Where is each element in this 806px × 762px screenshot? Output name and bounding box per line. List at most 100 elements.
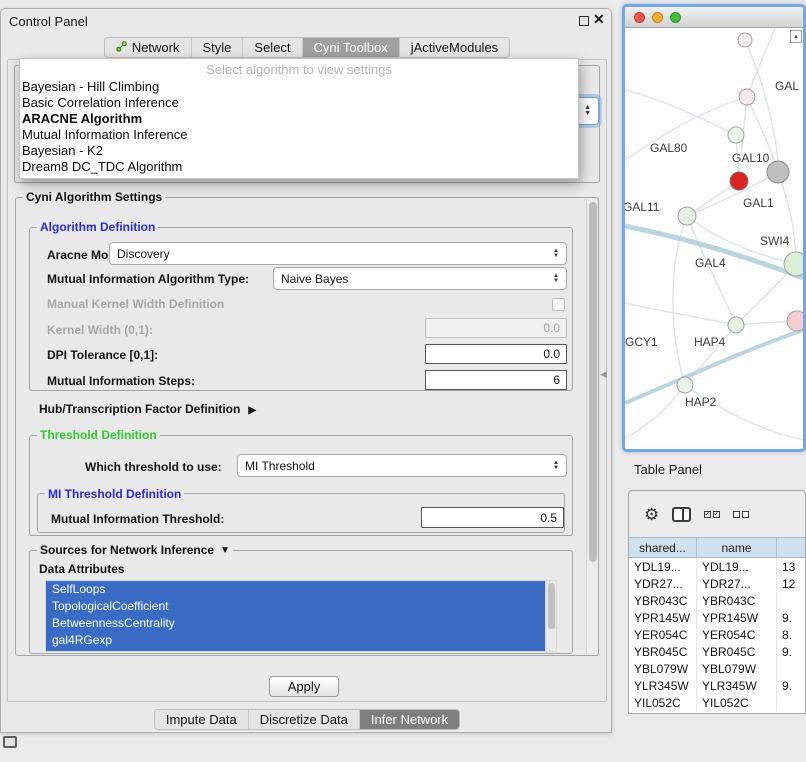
table-row[interactable]: YBL079WYBL079W bbox=[629, 660, 806, 677]
tab-style[interactable]: Style bbox=[191, 38, 243, 57]
columns-icon[interactable] bbox=[672, 507, 691, 522]
expand-arrow-icon[interactable]: ▶ bbox=[248, 405, 256, 416]
column-header-extra[interactable] bbox=[777, 538, 806, 557]
restore-panel-icon[interactable] bbox=[3, 736, 17, 748]
attributes-scrollbar[interactable] bbox=[545, 581, 556, 651]
attribute-item-gal4rgexp[interactable]: gal4RGexp bbox=[46, 632, 546, 649]
table-cell: YBR043C bbox=[697, 592, 777, 609]
float-window-icon[interactable] bbox=[579, 16, 589, 26]
close-traffic-light[interactable] bbox=[634, 12, 645, 23]
tab-impute-data[interactable]: Impute Data bbox=[155, 710, 248, 729]
dpi-tolerance-label: DPI Tolerance [0,1]: bbox=[47, 348, 158, 362]
table-cell: YLR345W bbox=[697, 677, 777, 694]
table-cell: 9. bbox=[777, 677, 806, 694]
column-header-shared-[interactable]: shared... bbox=[629, 538, 697, 557]
dpi-tolerance-input[interactable] bbox=[425, 344, 567, 364]
table-cell: 9. bbox=[777, 643, 806, 660]
svg-text:HAP4: HAP4 bbox=[694, 335, 726, 349]
attribute-item-partial[interactable] bbox=[46, 649, 546, 652]
table-cell: YBR043C bbox=[629, 592, 697, 609]
algorithm-option-aracne-algorithm[interactable]: ARACNE Algorithm bbox=[20, 111, 578, 127]
attribute-item-selfloops[interactable]: SelfLoops bbox=[46, 581, 546, 598]
aracne-mode-select[interactable]: Discovery ▲▼ bbox=[109, 242, 567, 265]
network-graph[interactable]: GAL GAL80 GAL10 GAL11 GAL1 SWI4 GAL4 GCY… bbox=[625, 28, 803, 449]
manual-kernel-checkbox[interactable] bbox=[552, 298, 565, 311]
table-cell: 12 bbox=[777, 575, 806, 592]
node[interactable] bbox=[728, 317, 744, 333]
mi-threshold-input[interactable] bbox=[421, 507, 564, 528]
bottom-tabbar: Impute DataDiscretize DataInfer Network bbox=[1, 709, 613, 730]
canvas-scroll-button[interactable]: ▲ bbox=[790, 30, 802, 43]
combo-arrows-icon: ▲▼ bbox=[584, 105, 591, 117]
network-window-titlebar[interactable] bbox=[625, 7, 803, 28]
scrollbar-thumb[interactable] bbox=[548, 583, 555, 629]
algorithm-option-dream8-dc-tdc-algorithm[interactable]: Dream8 DC_TDC Algorithm bbox=[20, 159, 578, 175]
kernel-width-input[interactable] bbox=[425, 318, 567, 338]
node-gray[interactable] bbox=[767, 161, 789, 183]
deselect-all-columns-icon[interactable] bbox=[733, 511, 749, 518]
tab-cyni-toolbox[interactable]: Cyni Toolbox bbox=[302, 38, 399, 57]
table-row[interactable]: YBR045CYBR045C9. bbox=[629, 643, 806, 660]
network-canvas[interactable]: GAL GAL80 GAL10 GAL11 GAL1 SWI4 GAL4 GCY… bbox=[625, 28, 803, 449]
tab-jactivemodules[interactable]: jActiveModules bbox=[399, 38, 509, 57]
hub-section-header[interactable]: Hub/Transcription Factor Definition▶ bbox=[39, 402, 256, 416]
node[interactable] bbox=[784, 252, 803, 276]
settings-scrollbar[interactable] bbox=[586, 199, 598, 654]
network-view-window[interactable]: GAL GAL80 GAL10 GAL11 GAL1 SWI4 GAL4 GCY… bbox=[622, 4, 806, 452]
table-cell: YER054C bbox=[697, 626, 777, 643]
table-row[interactable]: YIL052CYIL052C bbox=[629, 694, 806, 711]
scrollbar-thumb[interactable] bbox=[589, 202, 597, 562]
tab-network[interactable]: Network bbox=[105, 38, 191, 57]
splitter-collapse-icon[interactable]: ◀ bbox=[600, 369, 607, 380]
highlighted-edges bbox=[625, 226, 803, 403]
gear-icon[interactable]: ⚙ bbox=[644, 506, 659, 523]
apply-button[interactable]: Apply bbox=[269, 676, 339, 697]
which-threshold-select[interactable]: MI Threshold ▲▼ bbox=[237, 454, 567, 477]
node-table[interactable]: shared...name YDL19...YDL19...13YDR27...… bbox=[629, 537, 806, 713]
collapse-arrow-icon[interactable]: ▼ bbox=[220, 545, 230, 556]
node[interactable] bbox=[738, 33, 752, 47]
zoom-traffic-light[interactable] bbox=[670, 12, 681, 23]
tab-infer-network[interactable]: Infer Network bbox=[359, 710, 459, 729]
combo-arrows-icon: ▲▼ bbox=[553, 461, 559, 471]
node[interactable] bbox=[678, 207, 696, 225]
table-panel-window: ⚙ shared...name YDL19...YDL19...13YDR27.… bbox=[628, 490, 806, 714]
select-all-columns-icon[interactable] bbox=[704, 511, 720, 518]
node[interactable] bbox=[739, 89, 755, 105]
attribute-item-betweennesscentrality[interactable]: BetweennessCentrality bbox=[46, 615, 546, 632]
node[interactable] bbox=[728, 127, 744, 143]
close-panel-icon[interactable]: ✕ bbox=[593, 11, 605, 28]
svg-text:GAL11: GAL11 bbox=[625, 200, 660, 214]
node-pink[interactable] bbox=[787, 311, 803, 331]
mi-steps-input[interactable] bbox=[425, 370, 567, 390]
cyni-settings-title-text: Cyni Algorithm Settings bbox=[26, 190, 162, 204]
table-row[interactable]: YPR145WYPR145W9. bbox=[629, 609, 806, 626]
table-row[interactable]: YLR345WYLR345W9. bbox=[629, 677, 806, 694]
svg-text:SWI4: SWI4 bbox=[760, 234, 790, 248]
algorithm-option-mutual-information-inference[interactable]: Mutual Information Inference bbox=[20, 127, 578, 143]
node-selected-red[interactable] bbox=[730, 172, 748, 190]
table-cell: 13 bbox=[777, 558, 806, 575]
combo-arrows-icon: ▲▼ bbox=[553, 274, 559, 284]
minimize-traffic-light[interactable] bbox=[652, 12, 663, 23]
tab-discretize-data[interactable]: Discretize Data bbox=[248, 710, 359, 729]
algorithm-option-basic-correlation-inference[interactable]: Basic Correlation Inference bbox=[20, 95, 578, 111]
algorithm-dropdown-popup: Select algorithm to view settings Bayesi… bbox=[19, 58, 579, 179]
algorithm-definition-title-text: Algorithm Definition bbox=[40, 220, 155, 234]
table-cell: YER054C bbox=[629, 626, 697, 643]
table-row[interactable]: YDL19...YDL19...13 bbox=[629, 558, 806, 575]
table-row[interactable]: YER054CYER054C8. bbox=[629, 626, 806, 643]
table-toolbar: ⚙ bbox=[629, 491, 805, 537]
table-row[interactable]: YDR27...YDR27...12 bbox=[629, 575, 806, 592]
algorithm-option-bayesian-k2[interactable]: Bayesian - K2 bbox=[20, 143, 578, 159]
algorithm-option-bayesian-hill-climbing[interactable]: Bayesian - Hill Climbing bbox=[20, 79, 578, 95]
column-header-name[interactable]: name bbox=[697, 538, 777, 557]
table-row[interactable]: YBR043CYBR043C bbox=[629, 592, 806, 609]
node[interactable] bbox=[677, 377, 693, 393]
mi-type-select[interactable]: Naive Bayes ▲▼ bbox=[273, 267, 567, 290]
sources-header[interactable]: Sources for Network Inference▼ bbox=[37, 543, 233, 557]
attribute-item-topologicalcoefficient[interactable]: TopologicalCoefficient bbox=[46, 598, 546, 615]
data-attributes-list[interactable]: SelfLoopsTopologicalCoefficientBetweenne… bbox=[45, 580, 557, 652]
svg-text:GAL1: GAL1 bbox=[743, 196, 774, 210]
tab-select[interactable]: Select bbox=[242, 38, 301, 57]
